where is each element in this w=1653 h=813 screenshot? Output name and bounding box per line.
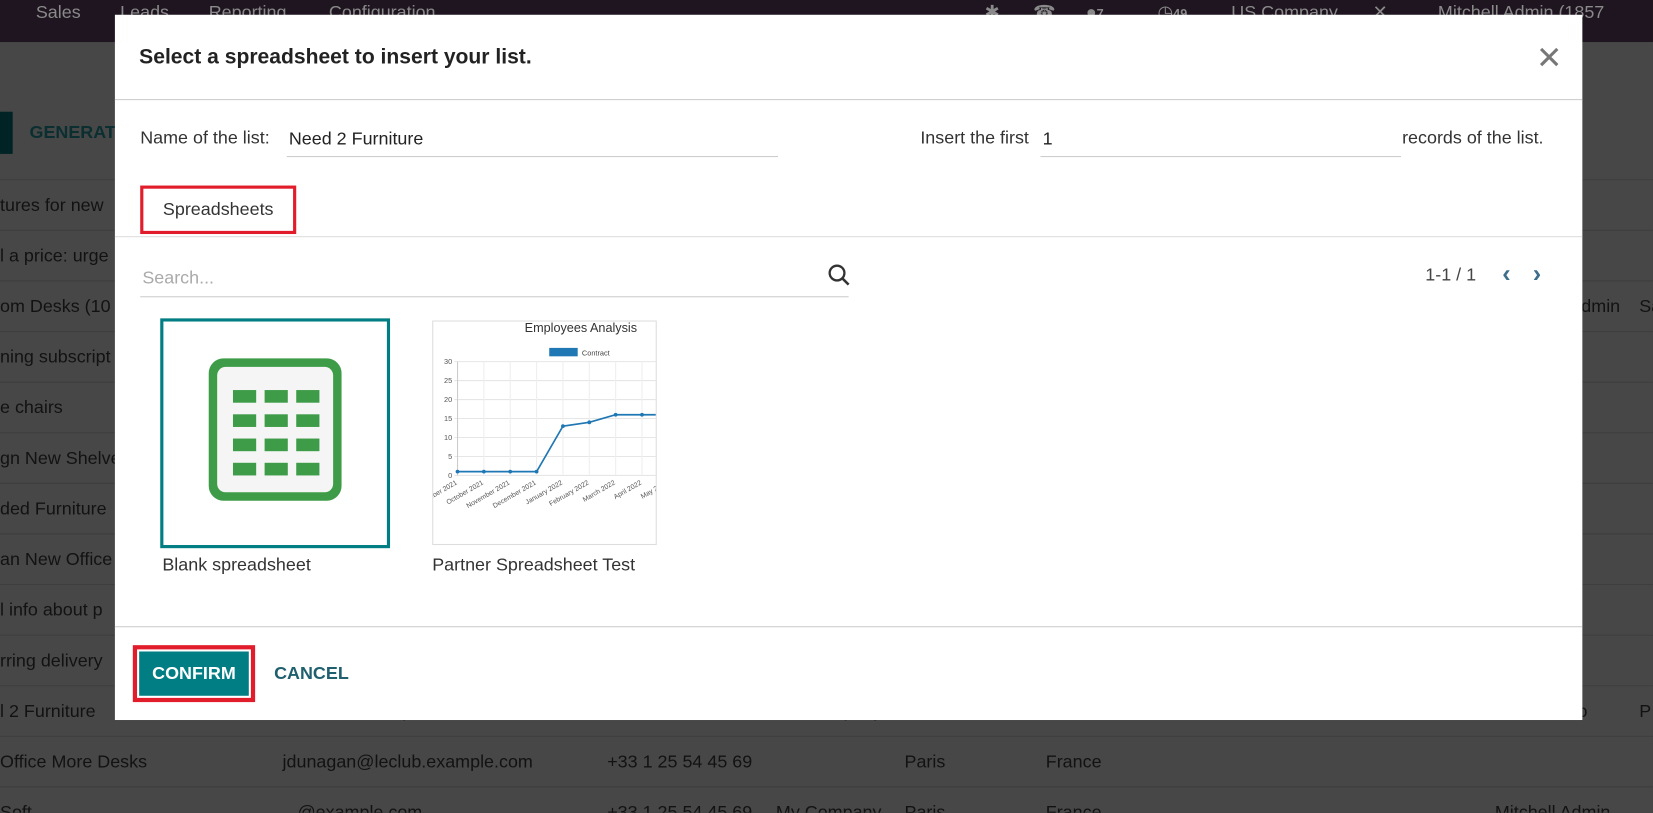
y-tick-label: 10 <box>444 433 452 442</box>
header-divider <box>114 99 1583 101</box>
pager-value: 1-1 / 1 <box>1425 264 1477 285</box>
x-tick-label: April 2022 <box>613 479 643 501</box>
y-tick-label: 25 <box>444 376 452 385</box>
cell-block <box>232 390 257 403</box>
generate-button[interactable] <box>0 111 13 154</box>
cell-block <box>232 414 257 427</box>
blank-spreadsheet-card[interactable] <box>160 318 391 549</box>
cell: dmin <box>1581 296 1621 317</box>
records-label: records of the list. <box>1402 127 1544 148</box>
cell: Mitchell Admin <box>1494 802 1611 813</box>
cell: l a price: urge <box>0 245 109 266</box>
cell: rring delivery <box>0 650 103 671</box>
cell: ded Furniture <box>0 498 107 519</box>
cell: l info about p <box>0 599 103 620</box>
series-line <box>457 413 656 473</box>
close-icon[interactable]: ✕ <box>1536 40 1563 77</box>
cell-block <box>296 390 320 403</box>
data-point <box>587 420 592 425</box>
cell: l 2 Furniture <box>0 701 96 722</box>
chart-title: Employees Analysis <box>525 322 637 336</box>
partner-spreadsheet-card[interactable]: Employees Analysis Contract 0 5 10 15 20 25 30… <box>432 320 657 546</box>
data-point <box>613 412 618 417</box>
data-point <box>508 469 513 474</box>
y-tick-label: 15 <box>444 414 452 423</box>
cell: Office More Desks <box>0 751 148 772</box>
cell-block <box>264 390 288 403</box>
cell: Soft <box>0 802 32 813</box>
list-row[interactable]: Soft ...@example.com +33 1 25 54 45 69 My C… <box>0 786 1653 813</box>
list-name-input[interactable] <box>286 122 778 158</box>
y-tick-label: 0 <box>448 471 452 480</box>
cell: Paris <box>904 802 946 813</box>
x-tick-label: May 2022 <box>640 479 657 500</box>
cell-block <box>296 462 320 476</box>
cell: +33 1 25 54 45 69 <box>607 802 753 813</box>
cell: France <box>1045 751 1102 772</box>
data-point <box>561 424 565 429</box>
y-tick-label: 30 <box>444 357 452 366</box>
generate-label: GENERAT <box>29 122 116 143</box>
data-point <box>534 469 539 474</box>
cell: France <box>1045 802 1102 813</box>
dialog-title: Select a spreadsheet to insert your list… <box>139 45 532 69</box>
cell: ...@example.com <box>282 802 423 813</box>
records-count-input[interactable] <box>1040 122 1402 158</box>
cell: gn New Shelve <box>0 448 121 469</box>
cell-block <box>264 462 288 476</box>
cell-block <box>232 462 257 476</box>
legend-swatch <box>549 347 578 357</box>
chevron-right-icon[interactable]: › <box>1533 259 1541 289</box>
cell: an New Office <box>0 549 113 570</box>
cell: +33 1 25 54 45 69 <box>607 751 753 772</box>
cell: Sa <box>1639 296 1653 317</box>
y-tick-label: 20 <box>444 395 452 404</box>
partner-spreadsheet-label: Partner Spreadsheet Test <box>432 554 636 575</box>
cancel-button[interactable]: CANCEL <box>274 663 349 684</box>
tab-divider <box>114 236 1583 238</box>
data-point <box>640 412 644 417</box>
cell-block <box>232 438 257 452</box>
confirm-label: CONFIRM <box>139 651 249 696</box>
cell: jdunagan@leclub.example.com <box>282 751 533 772</box>
cell: e chairs <box>0 397 63 418</box>
spreadsheet-icon <box>208 358 342 501</box>
spreadsheet-thumbnail-chart: Employees Analysis Contract 0 5 10 15 20 25 30… <box>433 322 657 511</box>
menu-sales[interactable]: Sales <box>36 2 81 23</box>
footer-divider <box>114 626 1583 628</box>
chevron-left-icon[interactable]: ‹ <box>1502 259 1510 289</box>
name-label: Name of the list: <box>140 127 270 148</box>
cell-block <box>296 438 320 452</box>
list-row[interactable]: Office More Desks jdunagan@leclub.example… <box>0 735 1653 787</box>
cell-block <box>264 414 288 427</box>
legend-label: Contract <box>582 348 610 357</box>
data-point <box>481 469 486 474</box>
cell: om Desks (10 <box>0 296 111 317</box>
cell: Paris <box>904 751 946 772</box>
blank-spreadsheet-label: Blank spreadsheet <box>162 554 311 575</box>
search-input[interactable] <box>140 259 849 298</box>
cell: P <box>1639 701 1652 722</box>
cell: tures for new <box>0 195 104 216</box>
y-tick-label: 5 <box>448 452 452 461</box>
cell: ning subscript <box>0 346 111 367</box>
cell: My Company <box>775 802 882 813</box>
confirm-button[interactable]: CONFIRM <box>132 645 256 703</box>
search-icon[interactable] <box>828 264 851 287</box>
cell-block <box>264 438 288 452</box>
insert-first-label: Insert the first <box>920 127 1029 148</box>
cell-block <box>296 414 320 427</box>
select-spreadsheet-dialog: Select a spreadsheet to insert your list… <box>114 14 1583 721</box>
data-point <box>455 469 460 474</box>
tab-spreadsheets[interactable]: Spreadsheets <box>140 185 297 235</box>
